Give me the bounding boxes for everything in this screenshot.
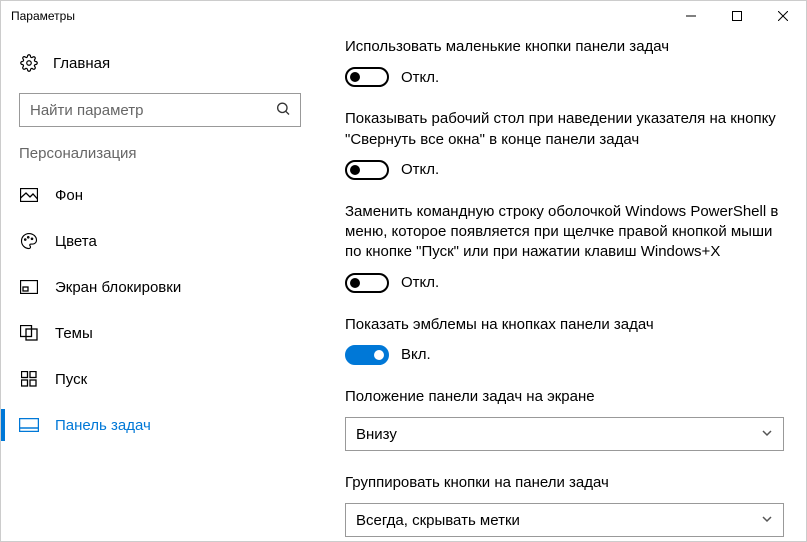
search-input[interactable] — [19, 93, 301, 127]
setting-label: Заменить командную строку оболочкой Wind… — [345, 202, 784, 263]
toggle-state: Откл. — [401, 274, 439, 291]
setting-show-badges: Показать эмблемы на кнопках панели задач… — [345, 315, 784, 365]
toggle-show-badges[interactable] — [345, 345, 389, 365]
sidebar-item-taskbar[interactable]: Панель задач — [1, 402, 319, 448]
window-title: Параметры — [11, 9, 75, 23]
setting-powershell-replace: Заменить командную строку оболочкой Wind… — [345, 202, 784, 293]
setting-combine-buttons: Группировать кнопки на панели задач Всег… — [345, 473, 784, 537]
close-icon — [778, 11, 788, 21]
setting-label: Использовать маленькие кнопки панели зад… — [345, 37, 784, 57]
sidebar-item-label: Цвета — [55, 233, 97, 250]
close-button[interactable] — [760, 1, 806, 31]
setting-label: Положение панели задач на экране — [345, 387, 784, 407]
background-icon — [19, 188, 39, 202]
setting-label: Показывать рабочий стол при наведении ук… — [345, 109, 784, 150]
sidebar-item-lockscreen[interactable]: Экран блокировки — [1, 264, 319, 310]
setting-peek-desktop: Показывать рабочий стол при наведении ук… — [345, 109, 784, 180]
lockscreen-icon — [19, 280, 39, 294]
section-header: Персонализация — [1, 145, 319, 172]
select-combine-buttons[interactable]: Всегда, скрывать метки — [345, 503, 784, 537]
themes-icon — [19, 325, 39, 341]
toggle-state: Вкл. — [401, 346, 431, 363]
sidebar-item-colors[interactable]: Цвета — [1, 218, 319, 264]
search-icon — [275, 101, 291, 120]
toggle-peek-desktop[interactable] — [345, 160, 389, 180]
content-pane: Использовать маленькие кнопки панели зад… — [319, 31, 806, 541]
sidebar-item-label: Панель задач — [55, 417, 151, 434]
minimize-icon — [686, 11, 696, 21]
select-value: Всегда, скрывать метки — [356, 512, 520, 529]
sidebar-item-background[interactable]: Фон — [1, 172, 319, 218]
taskbar-icon — [19, 418, 39, 432]
search-wrap — [19, 93, 301, 127]
home-label: Главная — [53, 55, 110, 72]
select-taskbar-position[interactable]: Внизу — [345, 417, 784, 451]
maximize-icon — [732, 11, 742, 21]
select-value: Внизу — [356, 426, 397, 443]
settings-window: Параметры Главная — [0, 0, 807, 542]
gear-icon — [19, 54, 39, 72]
setting-label: Показать эмблемы на кнопках панели задач — [345, 315, 784, 335]
setting-small-taskbar-buttons: Использовать маленькие кнопки панели зад… — [345, 37, 784, 87]
chevron-down-icon — [761, 512, 773, 529]
home-nav[interactable]: Главная — [1, 43, 319, 83]
sidebar-item-themes[interactable]: Темы — [1, 310, 319, 356]
start-icon — [19, 371, 39, 387]
window-controls — [668, 1, 806, 31]
sidebar-item-label: Экран блокировки — [55, 279, 181, 296]
setting-label: Группировать кнопки на панели задач — [345, 473, 784, 493]
sidebar-item-label: Пуск — [55, 371, 87, 388]
toggle-powershell-replace[interactable] — [345, 273, 389, 293]
sidebar-item-start[interactable]: Пуск — [1, 356, 319, 402]
toggle-state: Откл. — [401, 161, 439, 178]
titlebar: Параметры — [1, 1, 806, 31]
setting-taskbar-position: Положение панели задач на экране Внизу — [345, 387, 784, 451]
sidebar-item-label: Темы — [55, 325, 93, 342]
maximize-button[interactable] — [714, 1, 760, 31]
sidebar: Главная Персонализация Фон Цвета — [1, 31, 319, 541]
minimize-button[interactable] — [668, 1, 714, 31]
toggle-small-taskbar-buttons[interactable] — [345, 67, 389, 87]
chevron-down-icon — [761, 426, 773, 443]
colors-icon — [19, 232, 39, 250]
toggle-state: Откл. — [401, 69, 439, 86]
sidebar-item-label: Фон — [55, 187, 83, 204]
